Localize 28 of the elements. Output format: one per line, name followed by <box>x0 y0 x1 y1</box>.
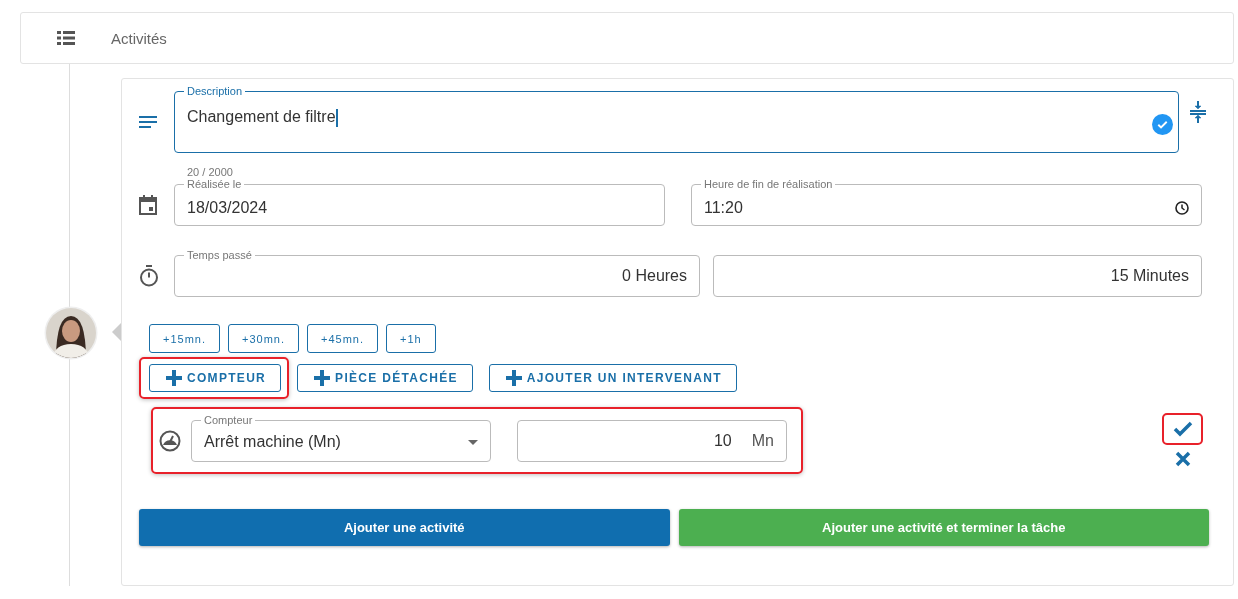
section-title: Activités <box>111 29 167 47</box>
quick-time-button[interactable]: +45mn. <box>307 324 378 353</box>
counter-value-field[interactable]: 10 Mn <box>517 420 787 462</box>
character-counter: 20 / 2000 <box>187 166 234 178</box>
text-lines-icon <box>139 116 157 128</box>
close-icon[interactable] <box>1174 451 1191 467</box>
plus-icon <box>166 370 182 386</box>
quick-time-button[interactable]: +1h <box>386 324 436 353</box>
timeline-pointer <box>112 323 121 341</box>
list-icon <box>57 31 75 45</box>
gauge-icon <box>159 430 181 452</box>
add-button[interactable]: AJOUTER UN INTERVENANT <box>488 364 737 392</box>
dropdown-caret-icon <box>468 439 478 445</box>
submit-button[interactable]: Ajouter une activité <box>139 509 670 546</box>
add-button[interactable]: COMPTEUR <box>149 364 282 392</box>
calendar-icon <box>139 195 157 215</box>
minutes-field[interactable]: 15 Minutes <box>713 255 1202 297</box>
collapse-icon[interactable] <box>1189 101 1207 123</box>
clock-icon[interactable] <box>1175 201 1189 215</box>
confirm-button[interactable] <box>1162 413 1203 445</box>
add-button[interactable]: PIÈCE DÉTACHÉE <box>297 364 473 392</box>
plus-icon <box>314 370 331 386</box>
check-icon <box>1172 421 1193 437</box>
quick-time-button[interactable]: +30mn. <box>228 324 299 353</box>
quick-time-button[interactable]: +15mn. <box>149 324 220 353</box>
unit-label: Mn <box>751 432 774 450</box>
plus-icon <box>505 370 522 386</box>
timer-icon <box>139 265 159 287</box>
